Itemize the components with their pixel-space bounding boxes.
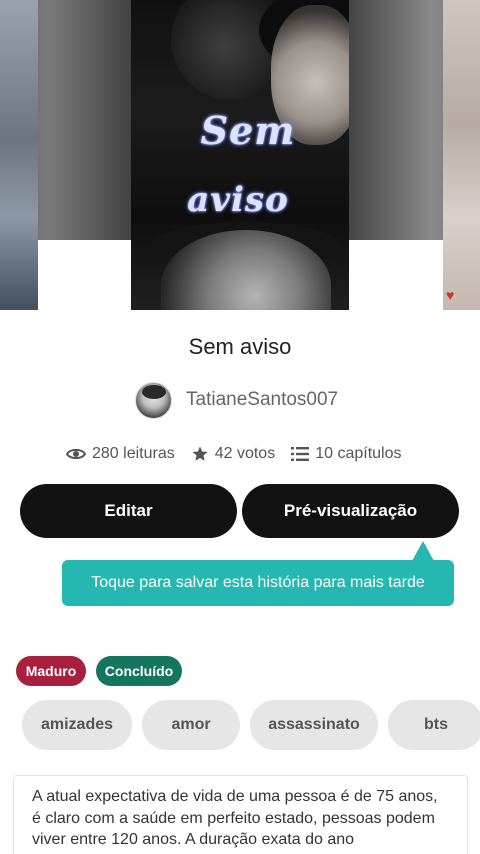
tooltip-arrow [412,541,434,561]
tooltip-text: Toque para salvar esta história para mai… [91,574,425,591]
cover-carousel[interactable]: ♥ Sem aviso [0,0,480,310]
next-story-cover[interactable] [443,0,480,310]
tag-chip[interactable]: amor [142,700,240,750]
list-icon [291,447,310,461]
cover-title-line1: Sem [200,108,296,153]
tag-chip[interactable]: assassinato [250,700,378,750]
previous-story-cover[interactable] [0,0,38,310]
reads-count: 280 leituras [92,445,175,462]
mature-badge: Maduro [16,656,86,686]
reads-stat: 280 leituras [66,445,175,463]
edit-button[interactable]: Editar [20,484,237,538]
chapters-count: 10 capítulos [315,445,402,462]
star-icon [192,446,208,461]
eye-icon [66,448,86,460]
preview-button[interactable]: Pré-visualização [242,484,459,538]
author-link[interactable]: TatianeSantos007 [135,381,338,419]
votes-stat: 42 votos [191,445,275,463]
story-cover-image: Sem aviso [131,0,349,310]
completed-badge: Concluído [96,656,182,686]
votes-count: 42 votos [214,445,276,462]
story-title: Sem aviso [188,334,292,359]
chapters-stat: 10 capítulos [291,445,401,463]
story-description: A atual expectativa de vida de uma pesso… [13,775,468,854]
story-stats: 280 leituras 42 votos 10 capítulos [66,442,401,466]
author-name[interactable]: TatianeSantos007 [186,389,338,411]
tag-chip[interactable]: bts [388,700,480,750]
save-story-tooltip[interactable]: Toque para salvar esta história para mai… [62,560,454,606]
cover-title-line2: aviso [187,180,289,220]
heart-icon: ♥ [446,287,455,303]
author-avatar[interactable] [135,381,172,419]
tag-chip[interactable]: amizades [22,700,132,750]
